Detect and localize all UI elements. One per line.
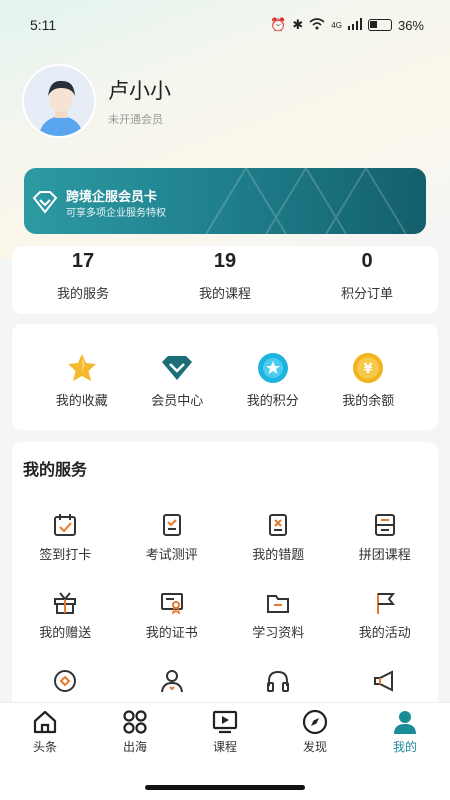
service-exam[interactable]: 考试测评 <box>119 512 226 564</box>
network-label: 4G <box>331 20 342 30</box>
bluetooth-icon: ✱ <box>292 17 304 32</box>
service-activities[interactable]: 我的活动 <box>332 590 439 642</box>
headphones-icon <box>267 670 290 692</box>
stat-label: 我的服务 <box>56 286 109 301</box>
vip-card[interactable]: 跨境企服会员卡 可享多项企业服务特权 <box>24 168 426 234</box>
profile-header[interactable]: 卢小小 未开通会员 <box>22 64 171 138</box>
folder-icon <box>267 595 290 613</box>
tab-label: 发现 <box>302 740 327 754</box>
points-icon <box>257 353 288 383</box>
service-label: 考试测评 <box>145 547 198 562</box>
service-group-course[interactable]: 拼团课程 <box>332 512 439 564</box>
diamond-icon <box>32 191 58 214</box>
group-course-icon <box>374 514 395 536</box>
service-label: 我的错题 <box>252 547 305 562</box>
video-icon <box>212 710 238 734</box>
quick-vip-center[interactable]: 会员中心 <box>130 324 226 430</box>
service-label: 拼团课程 <box>358 547 411 562</box>
tab-courses[interactable]: 课程 <box>180 703 270 765</box>
battery-icon <box>367 19 392 31</box>
quick-label: 我的收藏 <box>55 393 108 408</box>
calendar-check-icon <box>54 514 77 536</box>
exam-clipboard-icon <box>162 514 181 536</box>
vip-card-title: 跨境企服会员卡 <box>66 189 158 204</box>
membership-status: 未开通会员 <box>108 114 163 126</box>
services-title: 我的服务 <box>23 462 88 479</box>
vip-card-subtitle: 可享多项企业服务特权 <box>66 208 166 219</box>
stat-my-services[interactable]: 17 我的服务 <box>12 246 154 314</box>
disc-icon <box>54 670 77 692</box>
svg-text:¥: ¥ <box>364 362 373 377</box>
status-bar: 5:11 ⏰ ✱ 4G 36% <box>0 0 450 50</box>
stat-label: 积分订单 <box>340 286 393 301</box>
user-pin-icon <box>160 670 183 693</box>
service-label: 学习资料 <box>252 625 305 640</box>
stat-points-orders[interactable]: 0 积分订单 <box>296 246 438 314</box>
service-gifts[interactable]: 我的赠送 <box>12 590 119 642</box>
services-panel: 我的服务 签到打卡 考试测评 我的错题 拼团课程 我的赠送 我的证书 学习资料 … <box>12 442 438 742</box>
bottom-tab-bar: 头条 出海 课程 发现 我的 <box>0 702 450 800</box>
avatar[interactable] <box>22 64 96 138</box>
star-icon <box>67 354 96 381</box>
service-certificates[interactable]: 我的证书 <box>119 590 226 642</box>
stats-panel: 17 我的服务 19 我的课程 0 积分订单 <box>12 246 438 314</box>
quick-label: 我的积分 <box>246 393 299 408</box>
tab-discover[interactable]: 发现 <box>270 703 360 765</box>
status-time: 5:11 <box>30 17 57 33</box>
tab-label: 头条 <box>32 740 57 754</box>
balance-coin-icon: ¥ <box>353 353 384 383</box>
tab-headlines[interactable]: 头条 <box>0 703 90 765</box>
quick-label: 我的余额 <box>342 393 395 408</box>
service-materials[interactable]: 学习资料 <box>225 590 332 642</box>
stat-value: 17 <box>71 250 95 272</box>
battery-percent: 36% <box>397 17 424 33</box>
tab-overseas[interactable]: 出海 <box>90 703 180 765</box>
quick-balance[interactable]: ¥ 我的余额 <box>321 324 417 430</box>
alarm-icon: ⏰ <box>270 17 287 32</box>
tab-me[interactable]: 我的 <box>360 703 450 765</box>
stat-value: 19 <box>213 250 237 272</box>
stat-my-courses[interactable]: 19 我的课程 <box>154 246 296 314</box>
compass-icon <box>302 709 328 735</box>
gift-icon <box>54 592 77 614</box>
tab-label: 课程 <box>212 740 237 754</box>
service-wrong-answers[interactable]: 我的错题 <box>225 512 332 564</box>
stat-label: 我的课程 <box>198 286 251 301</box>
grid-icon <box>123 710 147 734</box>
home-icon <box>33 710 57 734</box>
user-name: 卢小小 <box>108 80 171 103</box>
service-check-in[interactable]: 签到打卡 <box>12 512 119 564</box>
home-indicator[interactable] <box>145 785 305 790</box>
service-label: 我的活动 <box>358 625 411 640</box>
vip-diamond-icon <box>162 356 193 380</box>
quick-actions: 我的收藏 会员中心 我的积分 ¥ 我的余额 <box>12 324 438 430</box>
quick-points[interactable]: 我的积分 <box>225 324 321 430</box>
user-icon <box>394 711 416 734</box>
megaphone-icon <box>373 670 393 692</box>
services-grid: 签到打卡 考试测评 我的错题 拼团课程 我的赠送 我的证书 学习资料 我的活动 <box>12 512 438 720</box>
stat-value: 0 <box>361 250 373 272</box>
certificate-icon <box>160 593 183 615</box>
service-label: 我的赠送 <box>39 625 92 640</box>
service-label: 签到打卡 <box>39 547 92 562</box>
service-label: 我的证书 <box>145 625 198 640</box>
flag-icon <box>376 593 395 614</box>
wrong-answer-icon <box>269 514 288 536</box>
signal-icon <box>347 17 362 33</box>
quick-favorites[interactable]: 我的收藏 <box>34 324 130 430</box>
card-pattern-icon <box>206 168 406 234</box>
tab-label: 我的 <box>392 740 417 754</box>
tab-label: 出海 <box>122 740 147 754</box>
quick-label: 会员中心 <box>151 393 204 408</box>
wifi-icon <box>309 17 325 33</box>
